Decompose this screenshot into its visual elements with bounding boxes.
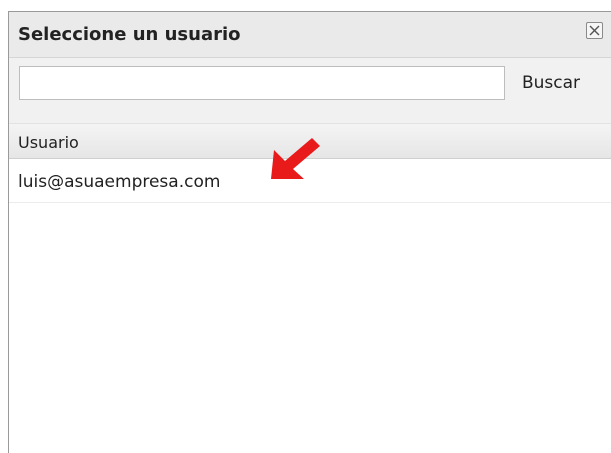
- user-email: luis@asuaempresa.com: [18, 172, 221, 192]
- close-button[interactable]: [586, 22, 603, 39]
- search-button[interactable]: Buscar: [522, 70, 580, 96]
- red-arrow-icon: [271, 138, 320, 179]
- dialog-titlebar: Seleccione un usuario: [9, 12, 611, 58]
- select-user-dialog: Seleccione un usuario Buscar Usuario lui…: [8, 11, 611, 453]
- user-list: luis@asuaempresa.com: [9, 159, 611, 453]
- close-icon: [589, 25, 600, 36]
- search-input[interactable]: [19, 66, 505, 100]
- column-header-label: Usuario: [18, 133, 79, 152]
- dialog-title: Seleccione un usuario: [18, 24, 241, 45]
- search-toolbar: Buscar: [9, 58, 611, 124]
